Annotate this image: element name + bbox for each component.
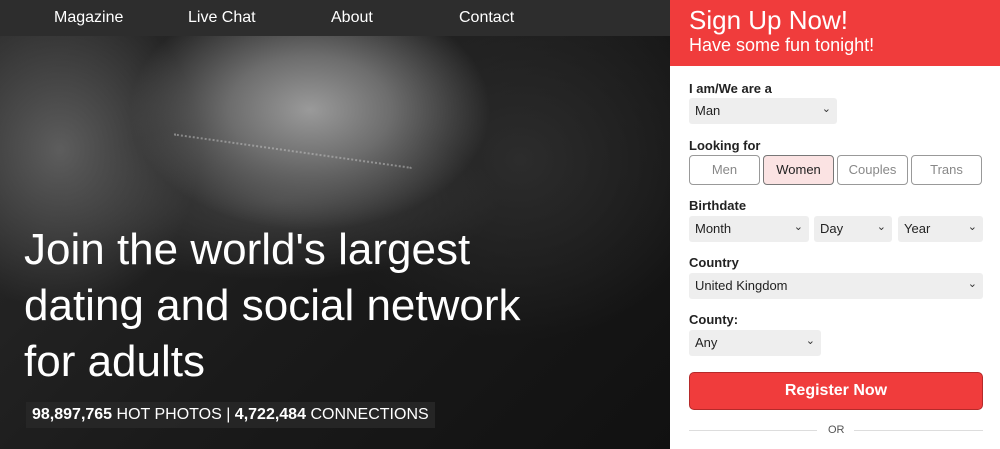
- nav-item-magazine[interactable]: Magazine: [54, 9, 123, 27]
- signup-panel: Sign Up Now! Have some fun tonight! I am…: [670, 0, 1000, 449]
- connections-count: 4,722,484: [234, 406, 306, 423]
- signup-header: Sign Up Now! Have some fun tonight!: [670, 0, 1000, 66]
- county-select[interactable]: Any ⌄: [689, 330, 821, 356]
- hero-headline: Join the world's largest dating and soci…: [24, 222, 624, 390]
- chevron-down-icon: ⌄: [967, 278, 977, 290]
- stats-separator: |: [226, 406, 231, 423]
- signup-title: Sign Up Now!: [689, 5, 848, 35]
- looking-for-women[interactable]: Women: [763, 155, 834, 185]
- photos-label: HOT PHOTOS: [116, 406, 222, 423]
- nav-item-live-chat[interactable]: Live Chat: [188, 9, 256, 27]
- signup-subtitle: Have some fun tonight!: [689, 35, 875, 55]
- looking-for-couples[interactable]: Couples: [837, 155, 908, 185]
- site-stats: 98,897,765 HOT PHOTOS | 4,722,484 CONNEC…: [26, 402, 435, 428]
- nav-item-contact[interactable]: Contact: [459, 9, 514, 27]
- chevron-down-icon: ⌄: [793, 221, 803, 233]
- photos-count: 98,897,765: [32, 406, 113, 423]
- birth-month-value: Month: [695, 221, 732, 236]
- divider: [689, 430, 817, 431]
- birth-day-select[interactable]: Day ⌄: [814, 216, 892, 242]
- county-value: Any: [695, 335, 718, 350]
- iam-label: I am/We are a: [689, 81, 772, 96]
- hero-section: Magazine Live Chat About Contact Join th…: [0, 0, 670, 449]
- headline-line: Join the world's largest: [24, 225, 471, 274]
- birth-month-select[interactable]: Month ⌄: [689, 216, 809, 242]
- chevron-down-icon: ⌄: [876, 221, 886, 233]
- register-button[interactable]: Register Now: [689, 372, 983, 410]
- connections-label: CONNECTIONS: [310, 406, 429, 423]
- or-separator: OR: [828, 424, 845, 436]
- nav-item-about[interactable]: About: [331, 9, 373, 27]
- country-value: United Kingdom: [695, 278, 788, 293]
- top-navigation: Magazine Live Chat About Contact: [0, 0, 670, 36]
- birth-year-select[interactable]: Year ⌄: [898, 216, 983, 242]
- iam-select-value: Man: [695, 103, 721, 118]
- chevron-down-icon: ⌄: [821, 103, 831, 115]
- iam-select[interactable]: Man ⌄: [689, 98, 837, 124]
- headline-line: dating and social network: [24, 281, 521, 330]
- looking-for-label: Looking for: [689, 138, 761, 153]
- divider: [854, 430, 983, 431]
- looking-for-trans[interactable]: Trans: [911, 155, 982, 185]
- birthdate-label: Birthdate: [689, 198, 747, 213]
- country-label: Country: [689, 255, 739, 270]
- headline-line: for adults: [24, 337, 205, 386]
- country-select[interactable]: United Kingdom ⌄: [689, 273, 983, 299]
- birth-day-value: Day: [820, 221, 844, 236]
- county-label: County:: [689, 312, 739, 327]
- chevron-down-icon: ⌄: [967, 221, 977, 233]
- looking-for-men[interactable]: Men: [689, 155, 760, 185]
- hero-photo-detail: [168, 133, 412, 209]
- birth-year-value: Year: [904, 221, 931, 236]
- chevron-down-icon: ⌄: [805, 335, 815, 347]
